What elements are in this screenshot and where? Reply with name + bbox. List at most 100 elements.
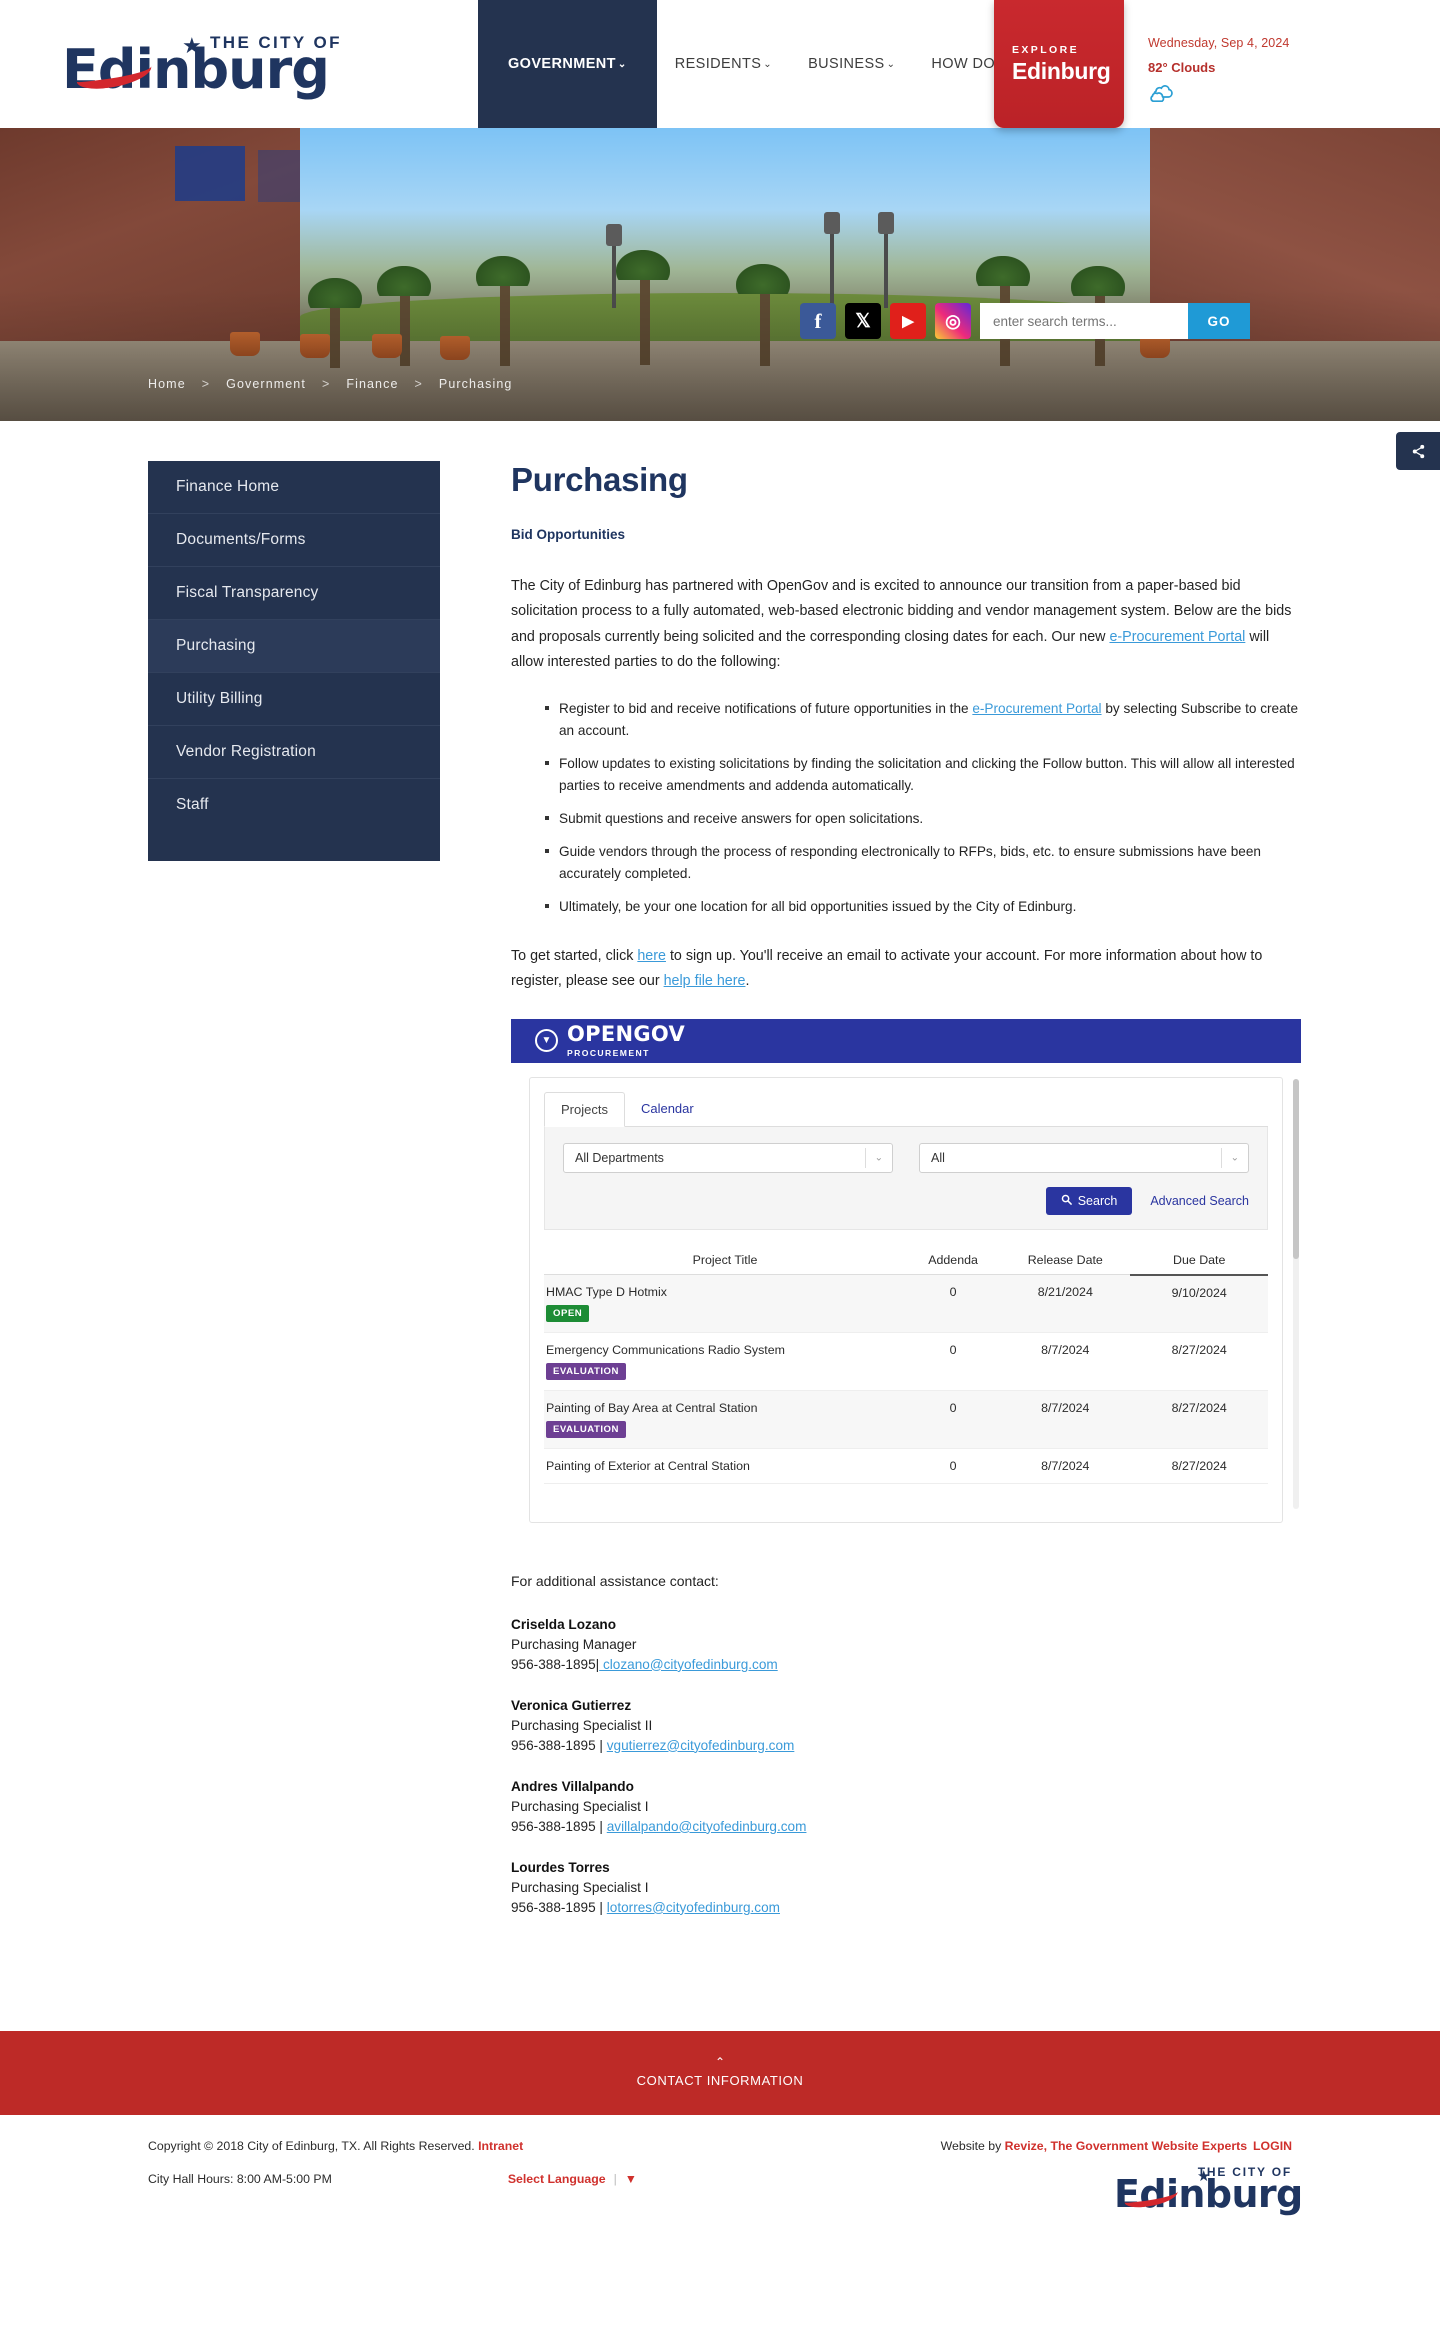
contact-phone-email: 956-388-1895| clozano@cityofedinburg.com xyxy=(511,1657,1301,1672)
column-due-date[interactable]: Due Date xyxy=(1130,1245,1268,1276)
contact-card: Andres Villalpando Purchasing Specialist… xyxy=(511,1779,1301,1834)
opengov-scrollbar[interactable] xyxy=(1293,1078,1299,1509)
footer-credit-line: Website by Revize, The Government Websit… xyxy=(941,2139,1292,2153)
current-temperature: 82° Clouds xyxy=(1148,60,1216,75)
contact-phone: 956-388-1895 | xyxy=(511,1899,607,1915)
footer-left: Copyright © 2018 City of Edinburg, TX. A… xyxy=(148,2139,637,2215)
column-addenda[interactable]: Addenda xyxy=(906,1245,1001,1276)
breadcrumb-separator: > xyxy=(414,377,423,391)
site-footer: Copyright © 2018 City of Edinburg, TX. A… xyxy=(0,2114,1440,2245)
due-date-cell: 8/27/2024 xyxy=(1130,1390,1268,1450)
table-row[interactable]: Painting of Exterior at Central Station … xyxy=(544,1448,1268,1485)
chevron-down-icon: ⌄ xyxy=(874,1152,883,1164)
column-project-title[interactable]: Project Title xyxy=(544,1245,907,1276)
page-body: Finance Home Documents/Forms Fiscal Tran… xyxy=(0,421,1440,2031)
breadcrumb: Home > Government > Finance > Purchasing xyxy=(148,377,512,391)
sidebar-item-finance-home[interactable]: Finance Home xyxy=(148,461,440,514)
table-row[interactable]: Emergency Communications Radio System EV… xyxy=(544,1332,1268,1392)
site-logo[interactable]: ★ THE CITY OF Edinburg xyxy=(62,27,352,101)
contact-name: Veronica Gutierrez xyxy=(511,1697,632,1713)
footer-logo[interactable]: ★ THE CITY OF Edinburg xyxy=(1092,2163,1303,2215)
contact-information-bar[interactable]: ⌃ CONTACT INFORMATION xyxy=(0,2030,1440,2115)
site-header: ★ THE CITY OF Edinburg GOVERNMENT ⌄ RESID… xyxy=(0,0,1440,128)
twitter-x-icon[interactable]: 𝕏 xyxy=(845,303,881,339)
sidebar-item-fiscal-transparency[interactable]: Fiscal Transparency xyxy=(148,567,440,620)
release-date-cell: 8/7/2024 xyxy=(1000,1448,1131,1485)
chevron-down-icon: ▼ xyxy=(624,2171,637,2186)
breadcrumb-item-government[interactable]: Government xyxy=(226,377,306,391)
status-select[interactable]: All ⌄ xyxy=(919,1142,1249,1173)
bullet-text-part1: Register to bid and receive notification… xyxy=(559,700,973,716)
site-search: GO xyxy=(980,303,1250,339)
intranet-link[interactable]: Intranet xyxy=(478,2139,523,2153)
opengov-search-label: Search xyxy=(1077,1193,1118,1208)
list-item: Guide vendors through the process of res… xyxy=(545,841,1301,885)
instagram-icon[interactable]: ◎ xyxy=(935,303,971,339)
language-divider: | xyxy=(613,2171,617,2186)
project-title: Painting of Bay Area at Central Station xyxy=(546,1401,758,1416)
e-procurement-portal-link[interactable]: e-Procurement Portal xyxy=(1109,629,1245,645)
advanced-search-link[interactable]: Advanced Search xyxy=(1150,1194,1249,1208)
nav-item-government[interactable]: GOVERNMENT ⌄ xyxy=(478,0,657,128)
contacts-section: For additional assistance contact: Crise… xyxy=(511,1573,1301,1915)
select-divider xyxy=(865,1147,866,1168)
breadcrumb-item-finance[interactable]: Finance xyxy=(346,377,398,391)
explore-label-big: Edinburg xyxy=(1012,58,1111,84)
contact-email-link[interactable]: lotorres@cityofedinburg.com xyxy=(607,1900,780,1915)
contact-title: Purchasing Specialist II xyxy=(511,1717,653,1733)
language-selector[interactable]: Select Language | ▼ xyxy=(508,2172,637,2186)
city-hall-hours: City Hall Hours: 8:00 AM-5:00 PM xyxy=(148,2171,332,2186)
facebook-icon[interactable]: f xyxy=(800,303,836,339)
contact-card: Lourdes Torres Purchasing Specialist I 9… xyxy=(511,1860,1301,1915)
sidebar-item-staff[interactable]: Staff xyxy=(148,779,440,831)
project-title: Emergency Communications Radio System xyxy=(546,1343,785,1358)
social-and-search-bar: f 𝕏 ▶ ◎ GO xyxy=(800,303,1250,339)
contacts-intro: For additional assistance contact: xyxy=(511,1572,719,1589)
release-date-cell: 8/7/2024 xyxy=(1000,1390,1131,1450)
header-logo-zone: ★ THE CITY OF Edinburg xyxy=(0,0,478,128)
revize-link[interactable]: Revize, The Government Website Experts xyxy=(1005,2139,1247,2153)
chevron-down-icon: ⌄ xyxy=(1230,1152,1239,1164)
breadcrumb-item-home[interactable]: Home xyxy=(148,377,186,391)
column-release-date[interactable]: Release Date xyxy=(1000,1245,1131,1276)
help-file-link[interactable]: help file here xyxy=(664,973,746,989)
contact-email-link[interactable]: clozano@cityofedinburg.com xyxy=(599,1657,778,1672)
addenda-cell: 0 xyxy=(906,1274,1001,1334)
opengov-filter-selects: All Departments ⌄ All ⌄ xyxy=(563,1142,1249,1173)
list-item: Register to bid and receive notification… xyxy=(545,698,1301,742)
sign-up-here-link[interactable]: here xyxy=(637,948,666,964)
due-date-cell: 9/10/2024 xyxy=(1130,1274,1268,1334)
department-select[interactable]: All Departments ⌄ xyxy=(563,1142,893,1173)
sidebar-item-vendor-registration[interactable]: Vendor Registration xyxy=(148,726,440,779)
nav-item-business[interactable]: BUSINESS ⌄ xyxy=(790,0,913,128)
nav-item-residents[interactable]: RESIDENTS ⌄ xyxy=(657,0,790,128)
e-procurement-portal-link[interactable]: e-Procurement Portal xyxy=(972,701,1101,716)
contact-phone-email: 956-388-1895 | avillalpando@cityofedinbu… xyxy=(511,1819,1301,1834)
opengov-body: Projects Calendar All Departments ⌄ All xyxy=(511,1062,1301,1523)
search-input[interactable] xyxy=(980,303,1188,339)
sidebar-item-documents-forms[interactable]: Documents/Forms xyxy=(148,514,440,567)
contact-name: Andres Villalpando xyxy=(511,1778,634,1794)
contact-email-link[interactable]: vgutierrez@cityofedinburg.com xyxy=(607,1738,795,1753)
due-date-cell: 8/27/2024 xyxy=(1130,1448,1268,1485)
sidebar-item-purchasing[interactable]: Purchasing xyxy=(148,620,440,673)
footer-copyright: Copyright © 2018 City of Edinburg, TX. A… xyxy=(148,2138,479,2153)
release-date-cell: 8/21/2024 xyxy=(1000,1274,1131,1334)
opengov-search-button[interactable]: Search xyxy=(1045,1186,1133,1215)
explore-edinburg-button[interactable]: EXPLORE Edinburg xyxy=(994,0,1124,128)
language-label: Select Language xyxy=(507,2171,606,2186)
login-link[interactable]: LOGIN xyxy=(1253,2139,1292,2153)
tab-projects[interactable]: Projects xyxy=(544,1091,625,1127)
share-button[interactable] xyxy=(1396,432,1440,470)
get-started-part1: To get started, click xyxy=(511,947,638,964)
search-go-button[interactable]: GO xyxy=(1188,303,1250,339)
search-icon xyxy=(1061,1194,1072,1208)
nav-label-business: BUSINESS xyxy=(808,56,885,72)
breadcrumb-item-purchasing[interactable]: Purchasing xyxy=(439,377,513,391)
sidebar-item-utility-billing[interactable]: Utility Billing xyxy=(148,673,440,726)
youtube-icon[interactable]: ▶ xyxy=(890,303,926,339)
tab-calendar[interactable]: Calendar xyxy=(625,1092,710,1126)
table-row[interactable]: HMAC Type D Hotmix OPEN 0 8/21/2024 9/10… xyxy=(544,1274,1268,1334)
contact-email-link[interactable]: avillalpando@cityofedinburg.com xyxy=(607,1819,807,1834)
table-row[interactable]: Painting of Bay Area at Central Station … xyxy=(544,1390,1268,1450)
